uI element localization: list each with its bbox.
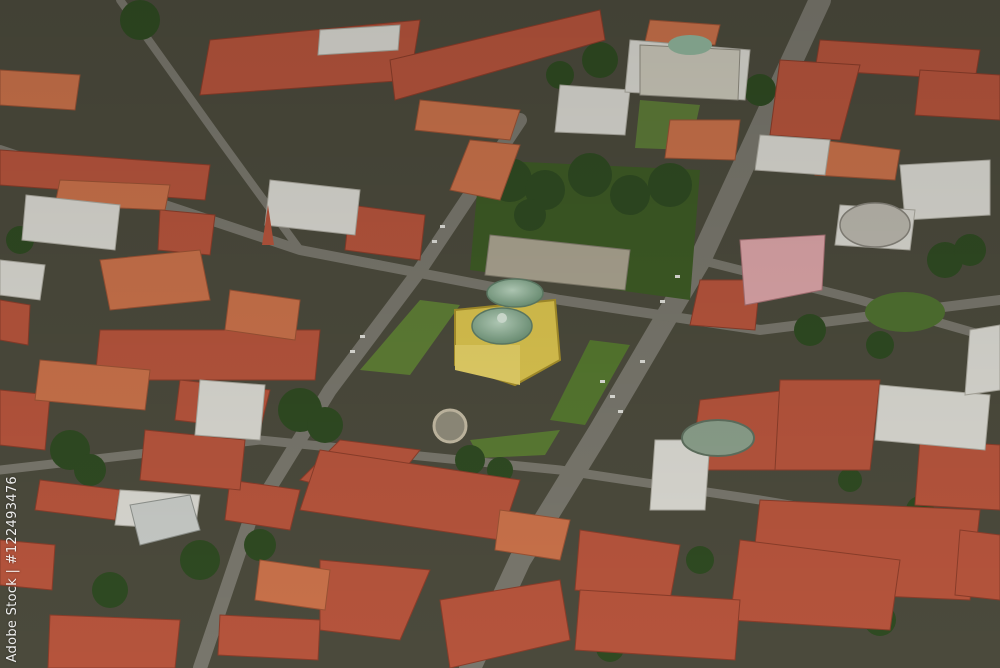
- stock-watermark: Adobe Stock | #122493476: [0, 0, 24, 668]
- stock-watermark-text: Adobe Stock | #122493476: [4, 475, 20, 662]
- atmospheric-haze: [0, 0, 1000, 668]
- aerial-scene: [0, 0, 1000, 668]
- aerial-city-photo: Adobe Stock | #122493476: [0, 0, 1000, 668]
